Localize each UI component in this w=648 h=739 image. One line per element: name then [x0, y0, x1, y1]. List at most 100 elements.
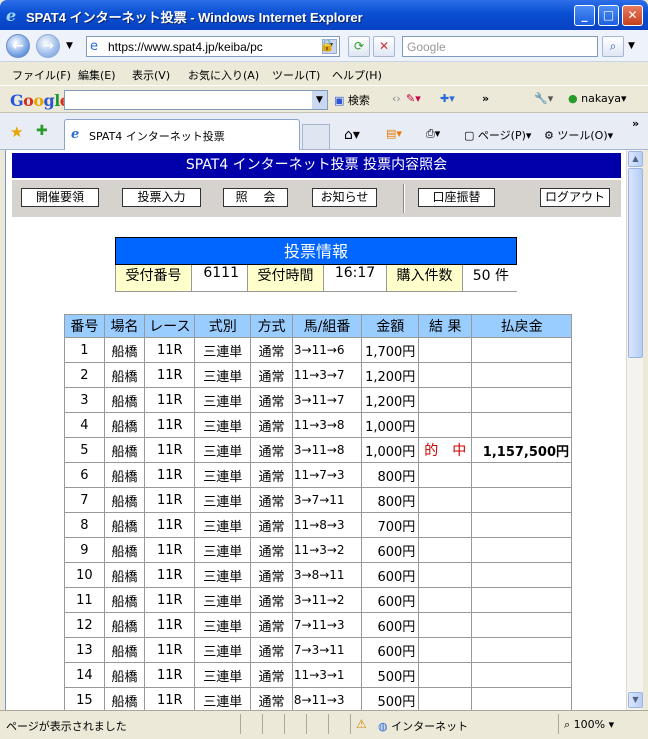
address-bar[interactable]: e https://www.spat4.jp/keiba/pc ▼: [86, 36, 340, 57]
inquiry-button[interactable]: 照 会: [223, 188, 288, 207]
method-cell: 通常: [250, 412, 293, 438]
feeds-icon[interactable]: ▤▾: [386, 127, 402, 140]
race-cell: 11R: [144, 337, 196, 363]
tab-spat4[interactable]: e SPAT4 インターネット投票: [64, 119, 300, 150]
menu-view[interactable]: 表示(V): [132, 67, 170, 83]
notice-button[interactable]: お知らせ: [312, 188, 377, 207]
table-row: 5 船橋 11R 三連単 通常 3→11→8 1,000円的 中 1,157,500円: [64, 437, 572, 463]
command-overflow-icon[interactable]: »: [632, 117, 639, 130]
history-dropdown-icon[interactable]: ▼: [66, 41, 73, 51]
toolbar-separator-icon: ‹›: [392, 92, 401, 105]
page-title: SPAT4 インターネット投票 投票内容照会: [12, 153, 621, 178]
status-divider: [284, 714, 285, 734]
bookmark-icon[interactable]: ✎▾: [406, 92, 421, 105]
amount-cell: 1,200円: [361, 362, 420, 388]
search-options-icon[interactable]: ▼: [628, 41, 635, 51]
menu-bar: ファイル(F) 編集(E) 表示(V) お気に入り(A) ツール(T) ヘルプ(…: [0, 63, 648, 85]
page-menu[interactable]: ▢ ページ(P)▾: [464, 127, 531, 143]
race-cell: 11R: [144, 462, 196, 488]
security-zone[interactable]: ◍ インターネット: [378, 718, 468, 734]
scroll-thumb[interactable]: [628, 168, 643, 358]
bet-input-button[interactable]: 投票入力: [122, 188, 201, 207]
logout-button[interactable]: ログアウト: [540, 188, 610, 207]
column-header: 式別: [194, 314, 252, 338]
menu-edit[interactable]: 編集(E): [78, 67, 116, 83]
add-button-icon[interactable]: ✚▾: [440, 92, 455, 105]
ticket-info-title: 投票情報: [115, 237, 517, 265]
table-row: 12 船橋 11R 三連単 通常 7→11→3 600円: [64, 612, 572, 638]
table-row: 7 船橋 11R 三連単 通常 3→7→11 800円: [64, 487, 572, 513]
user-account-button[interactable]: ● nakaya▾: [568, 92, 627, 105]
bet-number-cell: 9: [64, 537, 105, 563]
amount-cell: 500円: [361, 662, 420, 688]
menu-file[interactable]: ファイル(F): [12, 67, 71, 83]
menu-favorites[interactable]: お気に入り(A): [188, 67, 259, 83]
lock-icon[interactable]: 🔒: [316, 36, 338, 57]
close-button[interactable]: ✕: [622, 5, 643, 26]
maximize-button[interactable]: □: [598, 5, 619, 26]
amount-cell: 600円: [361, 587, 420, 613]
new-tab-button[interactable]: [302, 124, 330, 149]
forward-button[interactable]: →: [36, 34, 60, 58]
status-bar: ページが表示されました ⚠ ◍ インターネット ⌕ 100% ▾: [0, 710, 648, 739]
google-search-button[interactable]: ▣ 検索: [334, 92, 370, 108]
user-name: nakaya: [581, 92, 621, 105]
search-button[interactable]: ⌕: [602, 36, 624, 57]
live-search-input[interactable]: Google: [402, 36, 598, 57]
status-divider: [262, 714, 263, 734]
vertical-scrollbar[interactable]: ▲ ▼: [626, 150, 643, 710]
stop-button[interactable]: ✕: [373, 36, 395, 57]
scroll-up-arrow-icon[interactable]: ▲: [628, 151, 643, 167]
toolbar-overflow-icon[interactable]: »: [482, 92, 489, 105]
google-logo[interactable]: Google: [10, 91, 70, 110]
venue-cell: 船橋: [103, 462, 146, 488]
print-icon[interactable]: ⎙▾: [426, 127, 440, 141]
home-icon[interactable]: ⌂▾: [344, 127, 360, 143]
result-cell: [418, 387, 473, 413]
google-search-dropdown-icon[interactable]: ▼: [312, 91, 327, 109]
favorites-star-icon[interactable]: ★: [10, 123, 23, 141]
zone-label: インターネット: [391, 720, 469, 733]
amount-cell: 1,000円: [361, 437, 420, 463]
venue-cell: 船橋: [103, 512, 146, 538]
race-info-button[interactable]: 開催要領: [21, 188, 99, 207]
amount-cell: 1,000円: [361, 412, 420, 438]
combination-cell: 11→3→1: [291, 662, 363, 688]
combination-cell: 3→11→6: [291, 337, 363, 363]
venue-cell: 船橋: [103, 437, 146, 463]
add-favorites-icon[interactable]: ✚: [36, 123, 48, 139]
payout-cell: [471, 612, 572, 638]
menu-help[interactable]: ヘルプ(H): [332, 67, 382, 83]
stop-icon: ✕: [378, 39, 390, 53]
address-url[interactable]: https://www.spat4.jp/keiba/pc: [108, 40, 263, 54]
receipt-number-label: 受付番号: [116, 265, 192, 291]
zoom-value: 100%: [573, 718, 606, 731]
race-cell: 11R: [144, 662, 196, 688]
table-row: 6 船橋 11R 三連単 通常 11→7→3 800円: [64, 462, 572, 488]
account-transfer-button[interactable]: 口座振替: [418, 188, 495, 207]
ticket-info-row: 受付番号 6111 受付時間 16:17 購入件数 50 件: [115, 265, 517, 292]
tools-menu[interactable]: ⚙ ツール(O)▾: [544, 127, 613, 143]
bet-number-cell: 8: [64, 512, 105, 538]
bet-type-cell: 三連単: [194, 487, 252, 513]
table-row: 4 船橋 11R 三連単 通常 11→3→8 1,000円: [64, 412, 572, 438]
refresh-button[interactable]: ⟳: [348, 36, 370, 57]
minimize-button[interactable]: _: [574, 5, 595, 26]
table-row: 11 船橋 11R 三連単 通常 3→11→2 600円: [64, 587, 572, 613]
wrench-settings-icon[interactable]: 🔧▾: [534, 92, 553, 105]
bet-number-cell: 11: [64, 587, 105, 613]
popup-blocker-icon[interactable]: ⚠: [356, 717, 367, 731]
zoom-level[interactable]: ⌕ 100% ▾: [564, 718, 614, 732]
tab-bar: ★ ✚ e SPAT4 インターネット投票 ⌂▾ ▤▾ ⎙▾ ▢ ページ(P)▾…: [0, 113, 648, 150]
race-cell: 11R: [144, 387, 196, 413]
method-cell: 通常: [250, 487, 293, 513]
scroll-down-arrow-icon[interactable]: ▼: [628, 692, 643, 708]
back-button[interactable]: ←: [6, 34, 30, 58]
menu-tools[interactable]: ツール(T): [272, 67, 320, 83]
google-search-input[interactable]: ▼: [64, 90, 328, 110]
amount-cell: 800円: [361, 487, 420, 513]
combination-cell: 7→3→11: [291, 637, 363, 663]
tab-ie-icon: e: [71, 127, 80, 142]
venue-cell: 船橋: [103, 412, 146, 438]
amount-cell: 600円: [361, 612, 420, 638]
